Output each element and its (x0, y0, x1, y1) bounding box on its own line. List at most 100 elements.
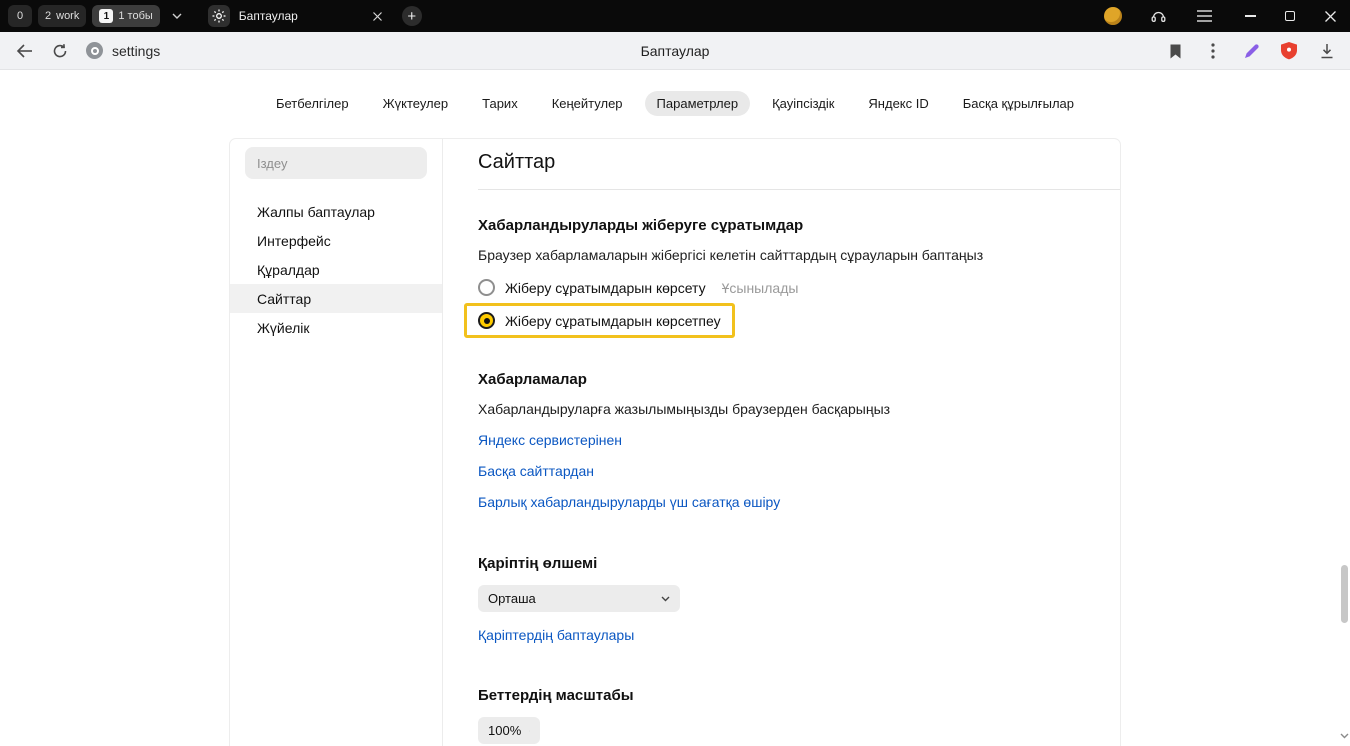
downloads-button[interactable] (1310, 32, 1344, 70)
nav-tab-yandex-id[interactable]: Яндекс ID (856, 91, 940, 116)
refresh-button[interactable] (42, 32, 78, 70)
section-heading: Хабарландыруларды жіберуге сұратымдар (478, 217, 1120, 234)
nav-tab-settings[interactable]: Параметрлер (645, 91, 751, 116)
scrollbar-thumb[interactable] (1341, 565, 1348, 623)
protect-button[interactable] (1272, 32, 1306, 70)
tab-counter-zero[interactable]: 0 (8, 5, 32, 27)
window-minimize-button[interactable] (1230, 0, 1270, 32)
nav-tab-security[interactable]: Қауіпсіздік (760, 91, 846, 116)
section-heading: Хабарламалар (478, 371, 1120, 388)
tab-counter-zero-label: 0 (17, 10, 23, 22)
select-value: Орташа (488, 591, 536, 606)
highlight-annotation-box: Жіберу сұратымдарын көрсетпеу (464, 303, 735, 338)
back-arrow-icon (16, 44, 33, 58)
radio-label: Жіберу сұратымдарын көрсетпеу (505, 313, 721, 329)
sidebar-item-sites[interactable]: Сайттар (230, 284, 442, 313)
radio-selected-icon[interactable] (478, 312, 495, 329)
more-options-button[interactable] (1196, 32, 1230, 70)
select-value: 100% (488, 723, 521, 738)
link-other-sites[interactable]: Басқа сайттардан (478, 463, 594, 479)
tab-strip: 0 2 work 1 1 тобы (0, 5, 422, 27)
site-favicon-icon (86, 42, 103, 59)
scrollbar-down-button[interactable] (1340, 726, 1349, 744)
active-browser-tab[interactable]: Баптаулар (208, 5, 386, 27)
link-yandex-services[interactable]: Яндекс сервистерінен (478, 432, 622, 448)
refresh-icon (52, 43, 68, 59)
section-page-zoom: Беттердің масштабы 100% Сайттың баптаула… (478, 687, 1120, 746)
chevron-down-icon (529, 728, 530, 734)
link-disable-all-notifications[interactable]: Барлық хабарландыруларды үш сағатқа өшір… (478, 494, 780, 510)
group-tab-label: 1 тобы (118, 10, 152, 22)
chevron-down-icon (1340, 733, 1349, 739)
section-description: Хабарландыруларға жазылымыңызды браузерд… (478, 401, 1120, 417)
back-button[interactable] (6, 32, 42, 70)
window-titlebar: 0 2 work 1 1 тобы (0, 0, 1350, 32)
new-tab-button[interactable]: + (402, 6, 422, 26)
window-close-button[interactable] (1310, 0, 1350, 32)
bookmark-button[interactable] (1158, 32, 1192, 70)
title-divider (478, 189, 1120, 190)
section-heading: Беттердің масштабы (478, 687, 1120, 704)
minimize-icon (1245, 15, 1256, 17)
sidebar-item-tools[interactable]: Құралдар (230, 255, 442, 284)
maximize-icon (1285, 11, 1295, 21)
recommended-badge: Ұсынылады (722, 280, 799, 296)
profile-avatar[interactable] (1104, 7, 1122, 25)
section-notification-requests: Хабарландыруларды жіберуге сұратымдар Бр… (478, 217, 1120, 338)
tab-group-work[interactable]: 2 work (38, 5, 86, 27)
nav-tab-history[interactable]: Тарих (470, 91, 530, 116)
nav-tab-bookmarks[interactable]: Бетбелгілер (264, 91, 361, 116)
address-bar[interactable]: settings (86, 42, 160, 59)
browser-menu-button[interactable] (1190, 0, 1218, 32)
settings-sidebar: Жалпы баптаулар Интерфейс Құралдар Сайтт… (230, 139, 443, 746)
pencil-icon (1243, 43, 1260, 60)
hamburger-menu-icon (1197, 10, 1212, 22)
search-input[interactable] (257, 156, 415, 171)
gear-icon (212, 9, 226, 23)
window-maximize-button[interactable] (1270, 0, 1310, 32)
browser-toolbar: settings Баптаулар (0, 32, 1350, 70)
font-size-select[interactable]: Орташа (478, 585, 680, 612)
bookmark-icon (1169, 44, 1182, 59)
page-zoom-select[interactable]: 100% (478, 717, 540, 744)
close-icon (373, 12, 382, 21)
tab-list-chevron-button[interactable] (166, 13, 188, 19)
sidebar-search[interactable] (245, 147, 427, 179)
close-icon (1325, 11, 1336, 22)
tab-close-button[interactable] (369, 8, 386, 25)
sidebar-item-interface[interactable]: Интерфейс (230, 226, 442, 255)
section-notifications: Хабарламалар Хабарландыруларға жазылымың… (478, 371, 1120, 510)
chevron-down-icon (172, 13, 182, 19)
sidebar-items: Жалпы баптаулар Интерфейс Құралдар Сайтт… (230, 197, 442, 342)
plus-icon: + (407, 9, 416, 24)
group-tab-count: 1 (99, 9, 113, 23)
radio-label: Жіберу сұратымдарын көрсету (505, 280, 706, 296)
work-tab-count: 2 (45, 10, 51, 22)
shield-icon (1281, 42, 1297, 60)
kebab-menu-icon (1211, 43, 1215, 59)
toolbar-page-title: Баптаулар (0, 43, 1350, 59)
radio-option-hide-requests[interactable]: Жіберу сұратымдарын көрсетпеу (478, 312, 721, 329)
tab-group-1[interactable]: 1 1 тобы (92, 5, 159, 27)
edit-mode-button[interactable] (1234, 32, 1268, 70)
section-description: Браузер хабарламаларын жібергісі келетін… (478, 247, 1120, 263)
nav-tab-other-devices[interactable]: Басқа құрылғылар (951, 91, 1086, 116)
titlebar-right-controls (1104, 0, 1350, 32)
headset-icon (1150, 8, 1167, 24)
toolbar-right-icons (1158, 32, 1344, 70)
settings-panel: Жалпы баптаулар Интерфейс Құралдар Сайтт… (230, 139, 1120, 746)
settings-tab-favicon (208, 5, 230, 27)
chevron-down-icon (661, 596, 670, 602)
section-heading: Қаріптің өлшемі (478, 555, 1120, 572)
nav-tab-extensions[interactable]: Кеңейтулер (540, 91, 635, 116)
sidebar-item-general[interactable]: Жалпы баптаулар (230, 197, 442, 226)
radio-option-show-requests[interactable]: Жіберу сұратымдарын көрсету Ұсынылады (478, 279, 1120, 296)
nav-tab-downloads[interactable]: Жүктеулер (371, 91, 461, 116)
url-text[interactable]: settings (112, 43, 160, 59)
sidebar-item-system[interactable]: Жүйелік (230, 313, 442, 342)
radio-unselected-icon[interactable] (478, 279, 495, 296)
support-button[interactable] (1144, 0, 1172, 32)
work-tab-label: work (56, 10, 79, 22)
link-font-settings[interactable]: Қаріптердің баптаулары (478, 627, 634, 643)
section-font-size: Қаріптің өлшемі Орташа Қаріптердің бапта… (478, 555, 1120, 643)
